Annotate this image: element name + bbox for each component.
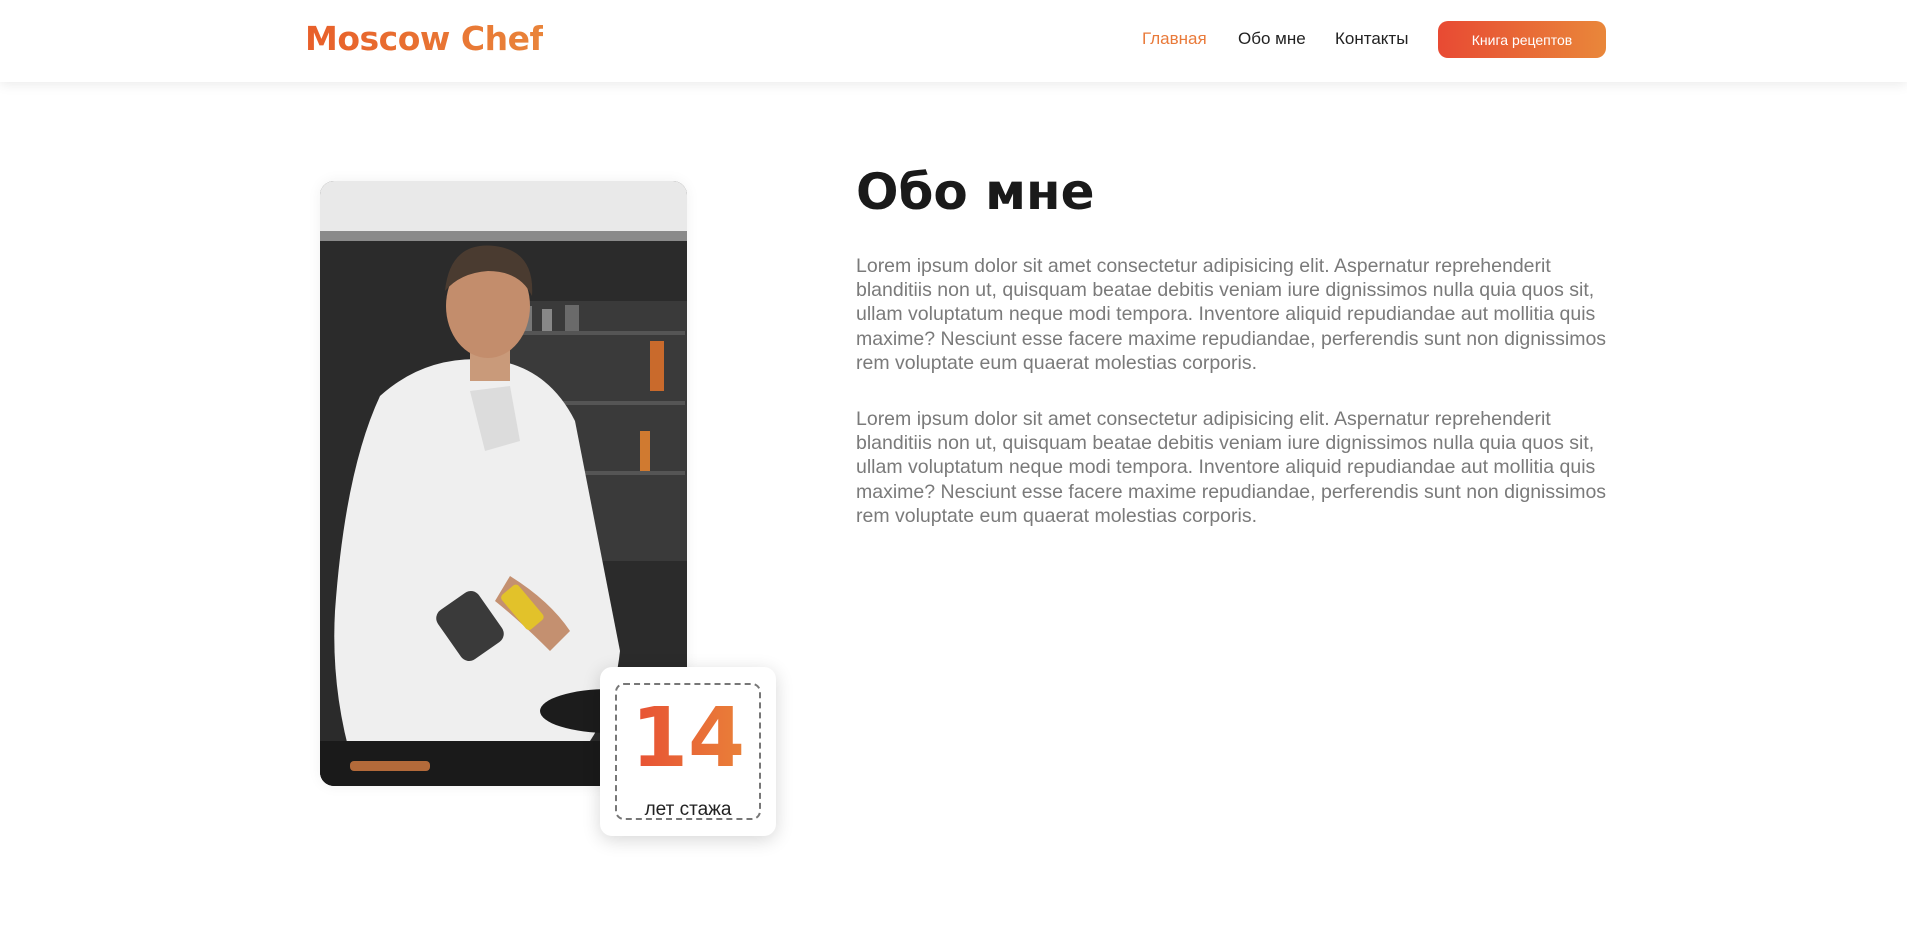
about-title: Обо мне	[856, 163, 1095, 221]
recipe-book-button[interactable]: Книга рецептов	[1438, 21, 1606, 58]
experience-label: лет стажа	[644, 799, 732, 820]
nav-link-about[interactable]: Обо мне	[1238, 29, 1306, 49]
site-header: Moscow Chef Главная Обо мне Контакты Кни…	[0, 0, 1907, 82]
about-paragraph: Lorem ipsum dolor sit amet consectetur a…	[856, 408, 1607, 527]
nav-link-home[interactable]: Главная	[1142, 29, 1207, 49]
experience-badge-frame: 14 лет стажа	[615, 683, 761, 820]
experience-badge: 14 лет стажа	[600, 667, 776, 836]
logo[interactable]: Moscow Chef	[305, 19, 544, 58]
nav-link-contacts[interactable]: Контакты	[1335, 29, 1408, 49]
experience-years: 14	[617, 697, 759, 781]
about-paragraph: Lorem ipsum dolor sit amet consectetur a…	[856, 255, 1607, 374]
